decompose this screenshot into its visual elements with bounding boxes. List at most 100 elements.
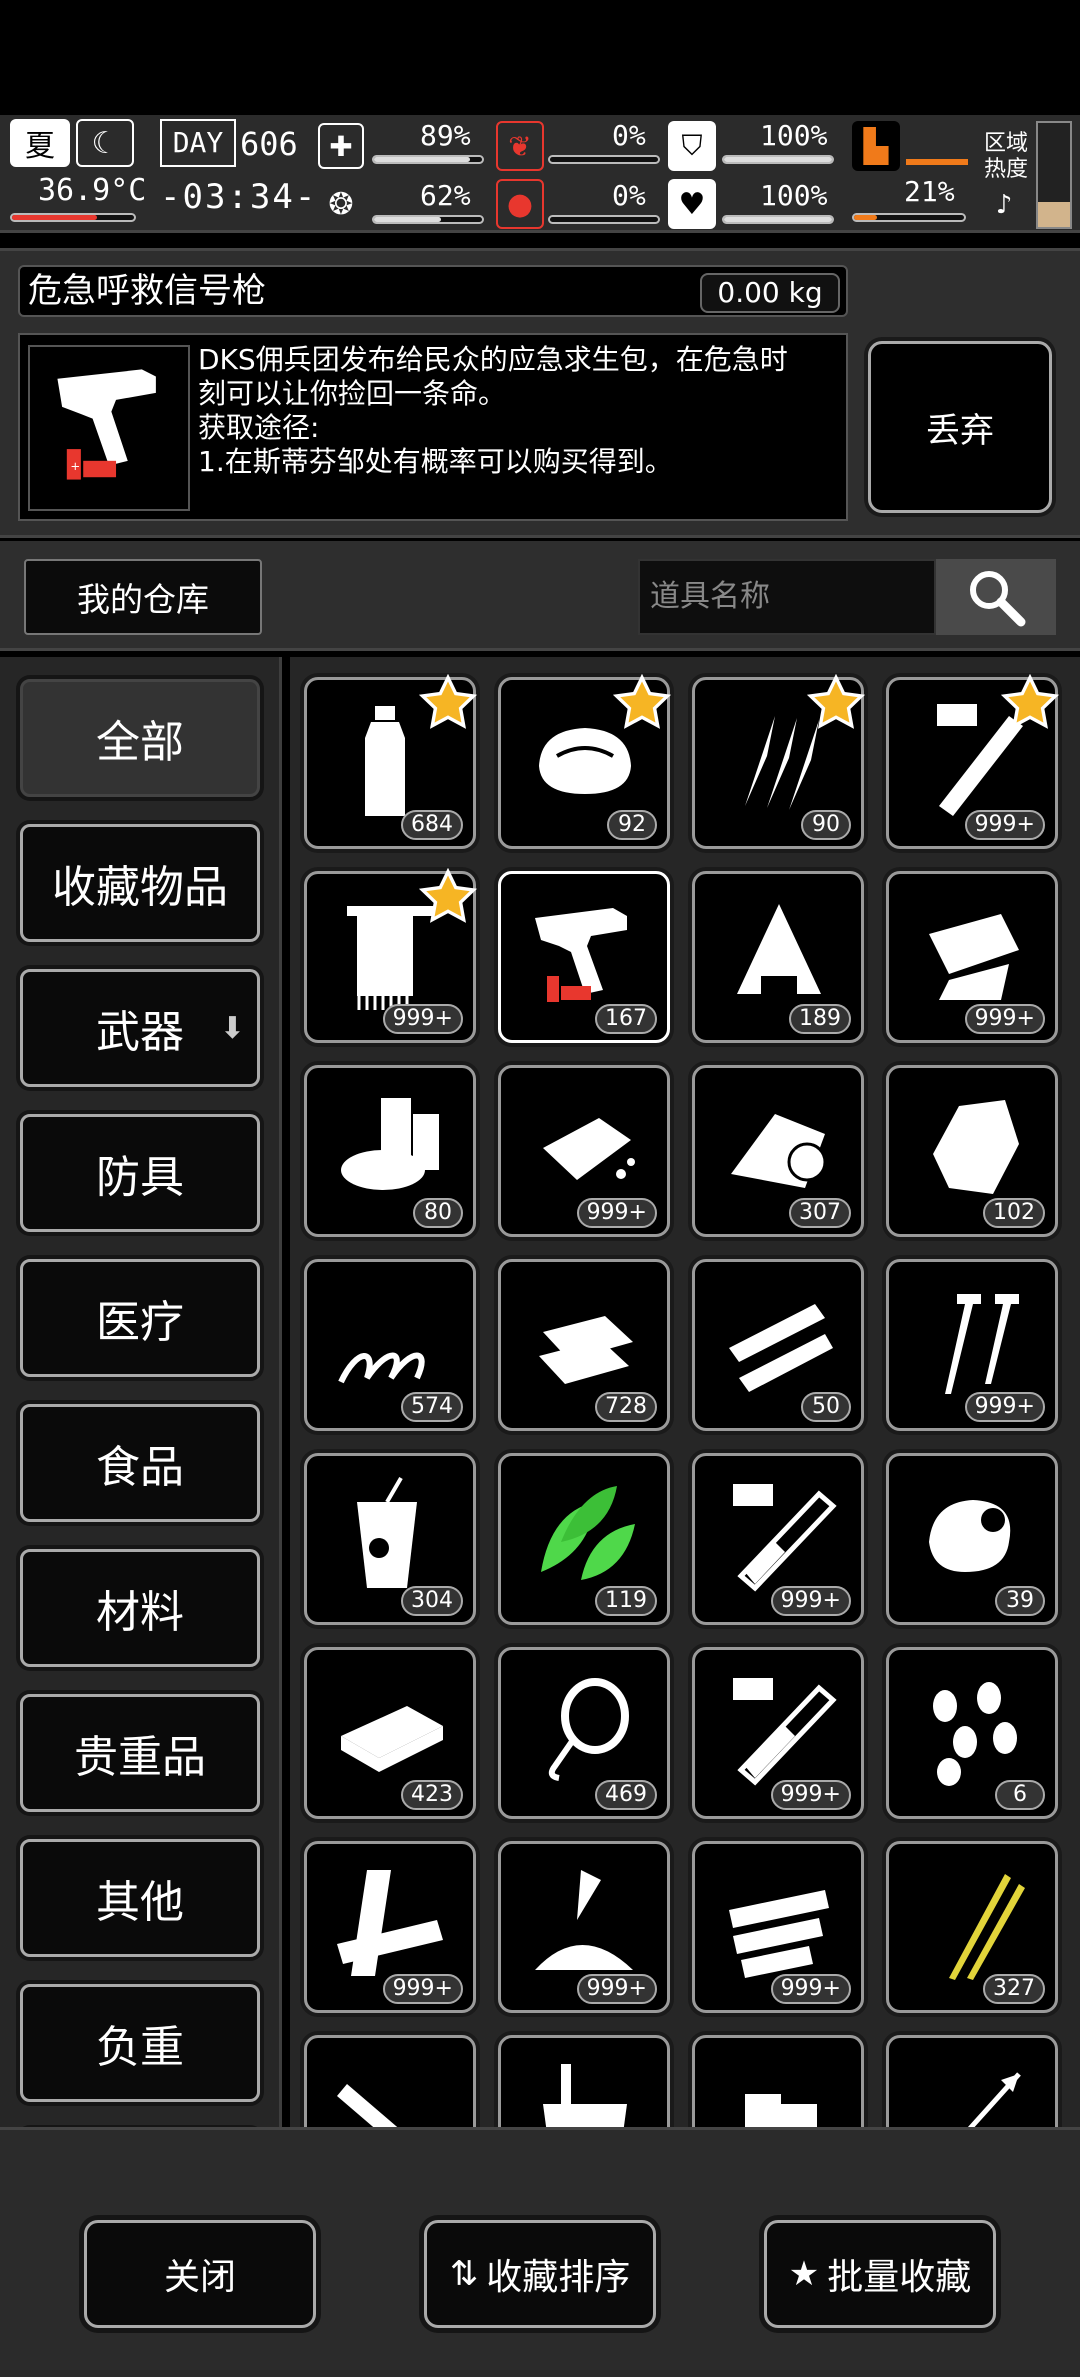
category-3[interactable]: 防具 [20,1114,260,1232]
mood-pct: 62% [420,179,471,212]
item-slot[interactable]: 189 [692,871,864,1043]
search-input[interactable]: 道具名称 [638,559,936,635]
hunger-pct: 0% [612,119,646,152]
item-count: 999+ [964,1004,1045,1034]
close-button[interactable]: 关闭 [84,2220,316,2328]
status-hud: 夏 ☾ 36.9°C DAY 606 -03:34- ✚ 89% ❂ 62% ❦… [0,115,1080,233]
category-label: 负重 [96,2022,184,2073]
test-tube-ii-icon [733,1678,837,1786]
inventory-screen: 夏 ☾ 36.9°C DAY 606 -03:34- ✚ 89% ❂ 62% ❦… [0,0,1080,2377]
cash-stack-icon [341,1706,443,1772]
item-count: 999+ [382,1004,463,1034]
category-sidebar: 全部收藏物品武器⬇防具医疗食品材料贵重品其他负重任务 [0,657,282,2127]
item-slot[interactable]: 90 [692,674,865,849]
item-slot[interactable] [498,2035,670,2127]
seeds-icon [933,1682,1017,1786]
item-slot[interactable]: 423 [304,1647,476,1819]
item-slot[interactable]: 50 [692,1259,864,1431]
heart-bar [722,215,834,224]
favorite-star-icon [419,868,477,923]
item-count: 80 [413,1198,463,1228]
season-icon: 夏 [10,119,70,167]
category-1[interactable]: 收藏物品 [20,824,260,942]
season-label: 夏 [25,129,55,164]
item-count: 102 [983,1198,1045,1228]
item-slot[interactable] [304,2035,476,2127]
gold-wires-icon [949,1874,1025,1980]
discard-button[interactable]: 丢弃 [868,341,1052,513]
item-slot[interactable]: 304 [304,1453,476,1625]
moon-icon: ☾ [76,119,134,167]
item-count: 999+ [770,1780,851,1810]
item-slot[interactable]: 999+ [886,871,1058,1043]
category-label: 全部 [96,717,184,768]
storage-tab[interactable]: 我的仓库 [24,559,262,635]
item-count: 684 [401,810,463,840]
item-slot[interactable]: 999+ [692,1647,864,1819]
category-5[interactable]: 食品 [20,1404,260,1522]
sound-icon[interactable]: ♪ [984,185,1024,225]
item-slot[interactable]: 39 [886,1453,1058,1625]
item-slot[interactable]: 92 [498,674,671,849]
item-slot[interactable]: 684 [304,674,477,849]
clock: -03:34- [160,177,318,217]
item-slot[interactable]: 6 [886,1647,1058,1819]
item-slot[interactable]: 307 [692,1065,864,1237]
cans-icon [341,1098,439,1190]
category-label: 医疗 [96,1297,184,1348]
item-slot[interactable]: 999+ [498,1841,670,2013]
item-count: 999+ [770,1974,851,2004]
item-slot[interactable]: 327 [886,1841,1058,2013]
item-slot[interactable]: 999+ [692,1453,864,1625]
item-slot[interactable]: 119 [498,1453,670,1625]
category-0[interactable]: 全部 [20,679,260,797]
thirst-pct: 0% [612,179,646,212]
item-slot[interactable]: 999+ [886,1259,1058,1431]
item-slot[interactable]: 574 [304,1259,476,1431]
category-9[interactable]: 负重 [20,1984,260,2102]
close-label: 关闭 [163,2257,236,2298]
item-slot[interactable]: 469 [498,1647,670,1819]
category-label: 防具 [96,1152,184,1203]
batch-favorite-button[interactable]: ★ 批量收藏 [764,2220,996,2328]
tape-strips-icon [729,1890,829,1978]
health-bar [372,155,484,164]
item-slot[interactable]: 999+ [304,1841,476,2013]
lemonade-icon [357,1476,417,1588]
category-7[interactable]: 贵重品 [20,1694,260,1812]
item-description-box: + DKS佣兵团发布给民众的应急求生包，在危急时 刻可以让你捡回一条命。 获取途… [18,333,848,521]
item-count: 307 [789,1198,851,1228]
search-row: 我的仓库 道具名称 [0,541,1080,651]
brain-icon: ❂ [328,186,354,222]
zone-heat-label: 区域 热度 [984,131,1029,182]
item-slot[interactable]: 999+ [692,1841,864,2013]
item-slot[interactable]: 999+ [304,868,477,1043]
item-slot[interactable]: 102 [886,1065,1058,1237]
item-slot[interactable]: 999+ [498,1065,670,1237]
item-slot[interactable]: 728 [498,1259,670,1431]
item-slot[interactable] [886,2035,1058,2127]
item-slot[interactable]: 999+ [886,674,1059,849]
arrow-down-icon: ⬇ [219,1010,245,1046]
item-count: 423 [401,1780,463,1810]
arrow-icon [967,2072,1021,2127]
svg-text:+: + [70,459,80,473]
item-grid: 684 92 90 999+ 999+ 167 189 999+ 80 999+ 307 102 574… [290,657,1080,2127]
sort-favorites-button[interactable]: ⇅ 收藏排序 [424,2220,656,2328]
mood-bar [372,215,484,224]
search-button[interactable] [936,559,1056,635]
category-6[interactable]: 材料 [20,1549,260,1667]
heart-icon: ♥ [668,179,716,229]
day-number: 606 [240,125,298,163]
category-8[interactable]: 其他 [20,1839,260,1957]
item-slot[interactable] [692,2035,864,2127]
item-slot[interactable]: 80 [304,1065,476,1237]
batch-label: 批量收藏 [827,2257,972,2298]
item-slot[interactable]: 167 [498,871,670,1043]
item-count: 90 [801,810,851,840]
armor-bar [722,155,834,164]
category-4[interactable]: 医疗 [20,1259,260,1377]
meat-icon [929,1500,1011,1572]
favorite-star-icon [1001,674,1059,729]
category-2[interactable]: 武器 ⬇ [20,969,260,1087]
